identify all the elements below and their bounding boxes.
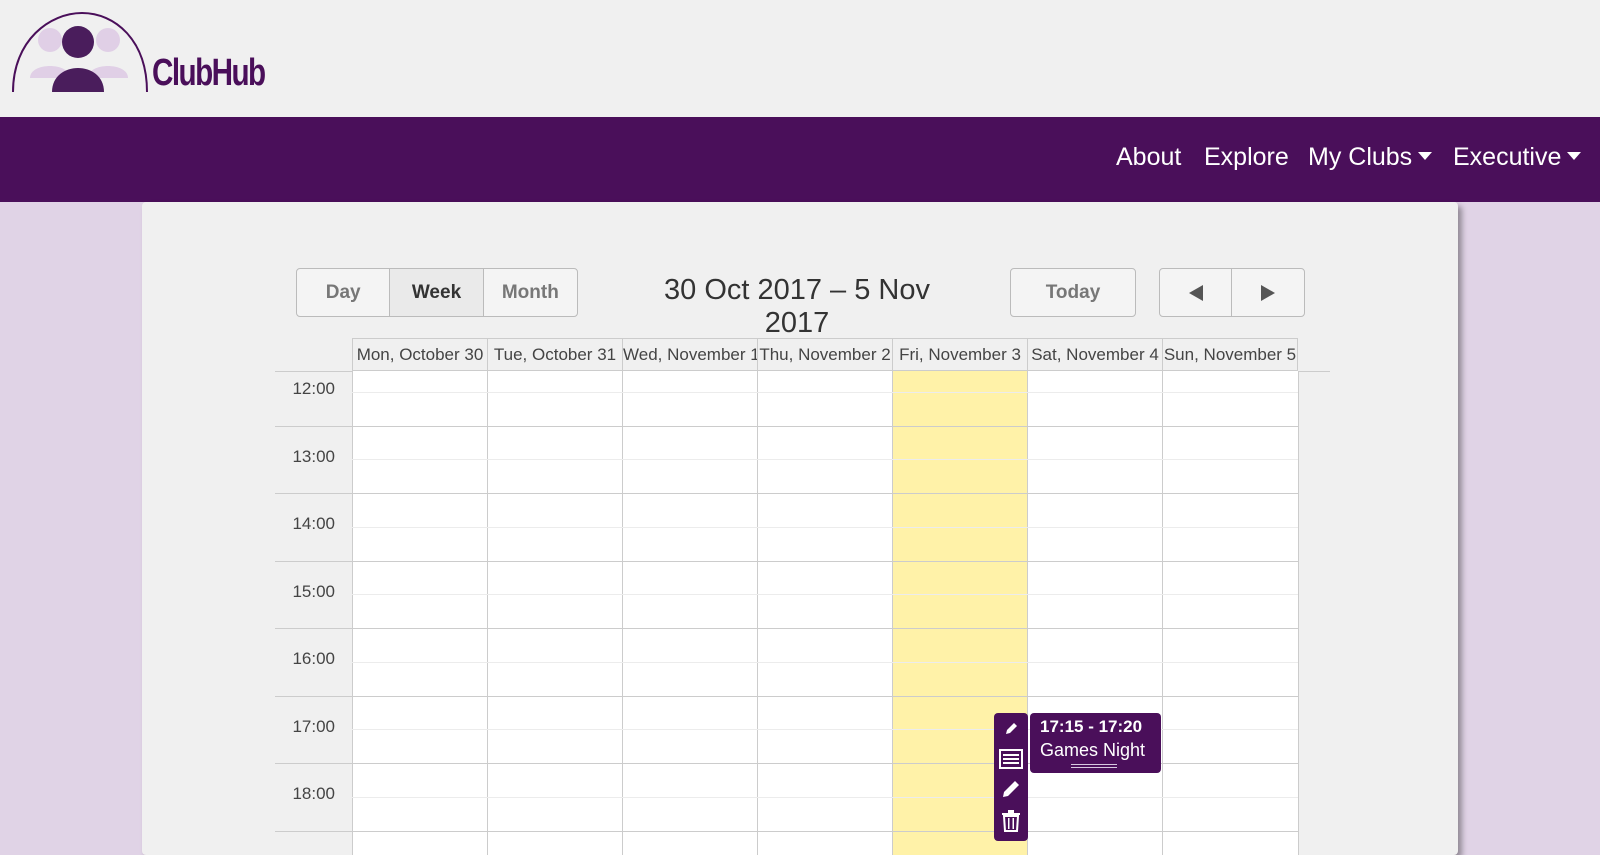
time-label: 16:00 xyxy=(292,649,335,668)
time-label: 13:00 xyxy=(292,446,335,466)
hour-line xyxy=(352,425,1298,427)
delete-trash-icon[interactable] xyxy=(994,807,1028,835)
prev-next-group xyxy=(1159,268,1305,317)
day-column[interactable] xyxy=(1027,371,1162,855)
day-header: Fri, November 3 xyxy=(892,338,1027,371)
day-column[interactable] xyxy=(352,371,487,855)
axis-hour-line xyxy=(275,695,352,697)
view-switcher: Day Week Month xyxy=(296,268,578,317)
half-hour-line xyxy=(352,459,1298,461)
day-column[interactable] xyxy=(757,371,892,855)
event-resize-handle[interactable] xyxy=(1071,764,1117,768)
day-column[interactable] xyxy=(622,371,757,855)
clubhub-logo[interactable]: ClubHub xyxy=(10,10,266,102)
event-title: Games Night xyxy=(1040,740,1146,760)
details-list-icon[interactable] xyxy=(994,745,1028,773)
day-header-row: Mon, October 30 Tue, October 31 Wed, Novem… xyxy=(352,338,1330,371)
triangle-left-icon xyxy=(1188,284,1203,301)
nav-about[interactable]: About xyxy=(1116,143,1181,172)
triangle-right-icon xyxy=(1261,284,1275,301)
day-header: Sat, November 4 xyxy=(1027,338,1162,371)
axis-hour-line xyxy=(275,763,352,764)
axis-hour-line xyxy=(275,628,352,629)
calendar-event[interactable]: 17:15 - 17:20 Games Night xyxy=(1030,713,1161,773)
hour-line xyxy=(352,628,1298,629)
axis-hour-line xyxy=(275,830,352,832)
brand-name: ClubHub xyxy=(152,52,266,94)
event-time: 17:15 - 17:20 xyxy=(1040,717,1143,736)
today-group: Today xyxy=(1010,268,1136,317)
main-nav: About Explore My Clubs Executive xyxy=(0,117,1600,202)
hour-line xyxy=(352,830,1298,832)
nav-executive-dropdown[interactable]: Executive xyxy=(1453,143,1582,172)
half-hour-line xyxy=(352,391,1298,393)
week-view-button[interactable]: Week xyxy=(390,269,484,316)
nav-my-clubs-dropdown[interactable]: My Clubs xyxy=(1308,143,1433,172)
date-range-title: 30 Oct 2017 – 5 Nov 2017 xyxy=(664,274,930,339)
day-header: Mon, October 30 xyxy=(352,338,487,371)
axis-hour-line xyxy=(275,493,352,494)
today-button[interactable]: Today xyxy=(1011,269,1135,316)
week-calendar: Mon, October 30 Tue, October 31 Wed, Novem… xyxy=(275,338,1330,855)
time-label: 14:00 xyxy=(292,514,335,533)
half-hour-line xyxy=(352,796,1298,798)
axis-hour-line xyxy=(275,560,352,562)
hour-line xyxy=(352,695,1298,697)
nav-explore[interactable]: Explore xyxy=(1204,143,1289,172)
edit-pen-icon[interactable] xyxy=(994,715,1028,743)
half-hour-line xyxy=(352,661,1298,663)
nav-about-label: About xyxy=(1116,143,1182,171)
time-grid[interactable] xyxy=(352,371,1299,855)
month-view-button[interactable]: Month xyxy=(484,269,577,316)
hour-line xyxy=(352,493,1298,494)
time-label: 15:00 xyxy=(292,581,335,601)
edit-pencil-icon[interactable] xyxy=(994,775,1028,803)
nav-explore-label: Explore xyxy=(1204,143,1289,171)
day-column[interactable] xyxy=(1162,371,1297,855)
caret-down-icon xyxy=(1418,152,1433,161)
day-header: Thu, November 2 xyxy=(757,338,892,371)
day-header: Wed, November 1 xyxy=(622,338,757,371)
day-view-button[interactable]: Day xyxy=(297,269,391,316)
next-week-button[interactable] xyxy=(1232,269,1304,316)
half-hour-line xyxy=(352,594,1298,596)
nav-my-clubs-label: My Clubs xyxy=(1308,143,1413,171)
time-label: 12:00 xyxy=(292,379,335,398)
time-label: 17:00 xyxy=(292,716,335,736)
day-header: Sun, November 5 xyxy=(1162,338,1298,371)
caret-down-icon xyxy=(1567,152,1582,161)
half-hour-line xyxy=(352,526,1298,528)
axis-hour-line xyxy=(275,425,352,427)
day-column[interactable] xyxy=(487,371,622,855)
hour-line xyxy=(352,560,1298,562)
nav-executive-label: Executive xyxy=(1453,143,1562,171)
event-toolbar xyxy=(994,713,1028,841)
grid-right-border xyxy=(1298,371,1299,855)
calendar-panel: Day Week Month 30 Oct 2017 – 5 Nov 2017 … xyxy=(142,202,1458,855)
header-bar: ClubHub xyxy=(0,0,1600,117)
prev-week-button[interactable] xyxy=(1160,269,1232,316)
time-label: 18:00 xyxy=(292,784,335,803)
day-header: Tue, October 31 xyxy=(487,338,622,371)
